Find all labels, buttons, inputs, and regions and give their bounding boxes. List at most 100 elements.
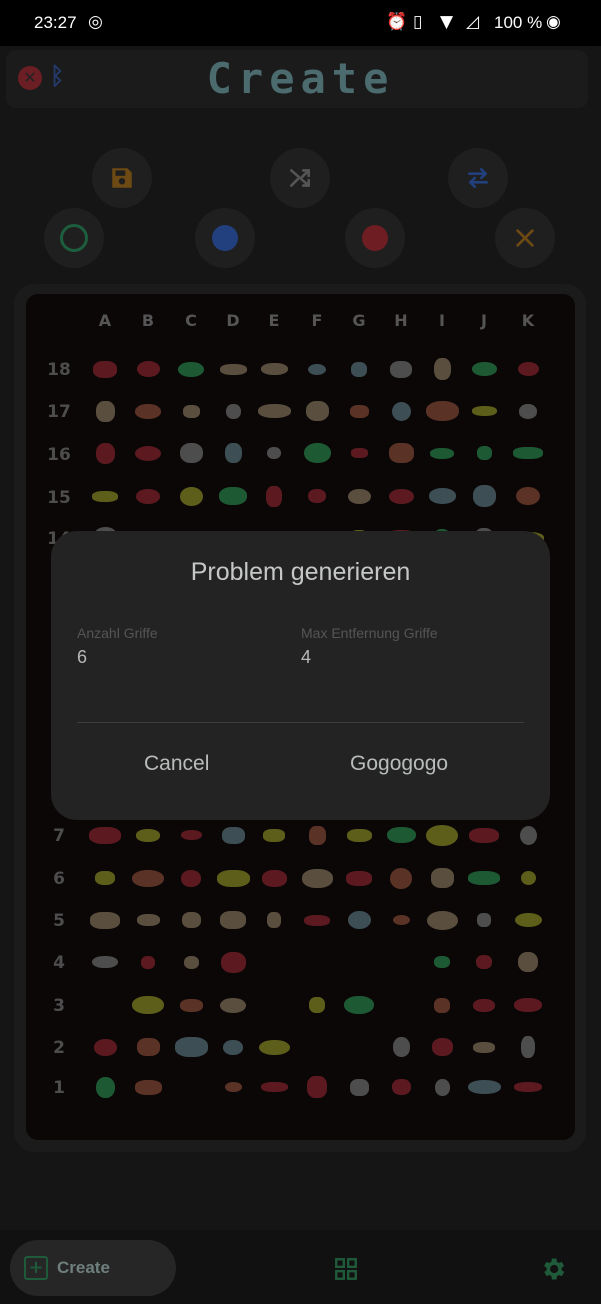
add-box-icon[interactable]: + [24,1256,48,1280]
climbing-hold[interactable] [221,826,245,844]
climbing-hold[interactable] [95,871,115,885]
climbing-hold[interactable] [520,871,536,885]
climbing-hold[interactable] [428,488,456,504]
climbing-hold[interactable] [179,443,203,463]
climbing-hold[interactable] [183,955,199,969]
climbing-hold[interactable] [178,361,204,377]
climbing-hold[interactable] [308,825,326,845]
climbing-hold[interactable] [219,363,247,375]
climbing-hold[interactable] [391,401,411,421]
climbing-hold[interactable] [258,1039,290,1055]
climbing-hold[interactable] [430,447,454,459]
swap-button[interactable] [448,148,508,208]
climbing-hold[interactable] [308,363,326,375]
climbing-hold[interactable] [426,824,458,846]
hold-count-input[interactable]: 6 [77,647,87,668]
climbing-hold[interactable] [351,361,367,377]
climbing-hold[interactable] [349,1078,369,1096]
climbing-hold[interactable] [516,487,540,505]
climbing-hold[interactable] [220,997,246,1013]
nav-settings-item[interactable] [539,1255,567,1287]
climbing-hold[interactable] [216,869,250,887]
climbing-hold[interactable] [309,997,325,1013]
climbing-hold[interactable] [476,955,492,969]
climbing-hold[interactable] [267,447,281,459]
climbing-hold[interactable] [136,361,160,377]
clear-hold-button[interactable] [495,208,555,268]
climbing-hold[interactable] [132,996,164,1014]
climbing-hold[interactable] [225,403,241,419]
climbing-hold[interactable] [472,485,496,507]
climbing-hold[interactable] [220,951,246,973]
climbing-hold[interactable] [433,358,451,380]
climbing-hold[interactable] [434,1078,450,1096]
climbing-hold[interactable] [476,446,492,460]
climbing-hold[interactable] [347,911,371,929]
climbing-hold[interactable] [430,868,454,888]
climbing-hold[interactable] [132,869,164,887]
climbing-hold[interactable] [468,871,500,885]
climbing-hold[interactable] [223,1039,243,1055]
climbing-hold[interactable] [426,910,458,930]
hand-hold-button[interactable] [195,208,255,268]
climbing-hold[interactable] [514,1082,542,1092]
climbing-hold[interactable] [135,445,161,461]
climbing-hold[interactable] [136,1038,160,1056]
climbing-hold[interactable] [425,401,459,421]
climbing-hold[interactable] [182,404,200,418]
climbing-hold[interactable] [134,1079,162,1095]
climbing-hold[interactable] [224,443,242,463]
climbing-hold[interactable] [266,485,282,507]
climbing-hold[interactable] [92,490,118,502]
climbing-hold[interactable] [141,955,155,969]
climbing-hold[interactable] [473,1041,495,1053]
climbing-hold[interactable] [471,362,497,376]
climbing-hold[interactable] [477,913,491,927]
climbing-hold[interactable] [135,403,161,419]
climbing-hold[interactable] [95,442,115,464]
save-button[interactable] [92,148,152,208]
climbing-hold[interactable] [521,1036,535,1058]
climbing-hold[interactable] [92,956,118,968]
shuffle-button[interactable] [270,148,330,208]
climbing-hold[interactable] [180,830,202,840]
climbing-hold[interactable] [349,404,369,418]
climbing-hold[interactable] [347,488,371,504]
nav-dashboard-item[interactable] [333,1256,359,1286]
climbing-hold[interactable] [344,996,374,1014]
climbing-hold[interactable] [136,914,160,926]
climbing-hold[interactable] [89,826,121,844]
climbing-hold[interactable] [90,911,120,929]
climbing-hold[interactable] [181,912,201,928]
climbing-hold[interactable] [219,487,247,505]
climbing-hold[interactable] [388,443,414,463]
climbing-hold[interactable] [431,1038,453,1056]
climbing-hold[interactable] [390,867,412,889]
climbing-hold[interactable] [514,913,542,927]
climbing-hold[interactable] [136,828,160,842]
climbing-hold[interactable] [93,1038,117,1056]
finish-hold-button[interactable] [345,208,405,268]
climbing-hold[interactable] [513,447,543,459]
climbing-hold[interactable] [307,1076,327,1098]
climbing-hold[interactable] [93,360,117,378]
climbing-hold[interactable] [392,915,410,925]
climbing-hold[interactable] [174,1037,208,1057]
climbing-hold[interactable] [471,406,497,416]
climbing-hold[interactable] [388,488,414,504]
climbing-hold[interactable] [136,488,160,504]
cancel-button[interactable]: Cancel [144,752,209,776]
start-hold-button[interactable] [44,208,104,268]
confirm-button[interactable]: Gogogogo [350,752,448,776]
climbing-hold[interactable] [267,912,281,928]
climbing-hold[interactable] [386,827,416,843]
climbing-hold[interactable] [518,952,538,972]
climbing-hold[interactable] [308,489,326,503]
climbing-hold[interactable] [301,868,333,888]
climbing-hold[interactable] [257,404,291,418]
climbing-hold[interactable] [304,914,330,926]
climbing-hold[interactable] [346,870,372,886]
climbing-hold[interactable] [260,363,288,375]
max-distance-input[interactable]: 4 [301,647,311,668]
climbing-hold[interactable] [519,403,537,419]
